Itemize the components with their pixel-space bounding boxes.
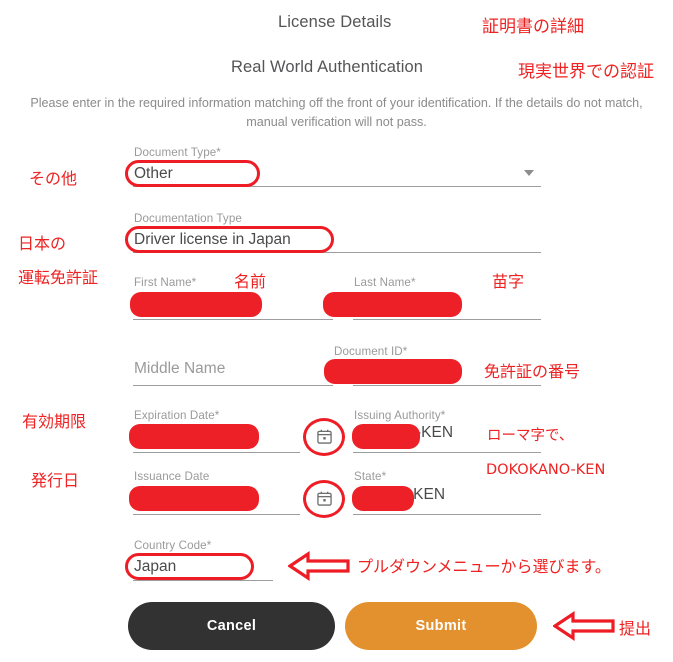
issuing-authority-value[interactable]: -KEN bbox=[416, 424, 453, 442]
document-id-underline bbox=[353, 385, 541, 386]
submit-annotation: 提出 bbox=[619, 619, 652, 638]
intro-text: Please enter in the required information… bbox=[30, 96, 643, 129]
issuance-date-annotation: 発行日 bbox=[31, 471, 80, 490]
first-name-input[interactable] bbox=[130, 292, 262, 317]
documentation-type-annotation-line2: 運転免許証 bbox=[18, 268, 99, 287]
middle-name-underline bbox=[133, 385, 333, 386]
expiration-date-label: Expiration Date* bbox=[134, 409, 220, 422]
document-id-annotation: 免許証の番号 bbox=[484, 362, 581, 381]
document-type-annotation: その他 bbox=[29, 169, 78, 188]
country-code-annotation: プルダウンメニューから選びます。 bbox=[357, 557, 611, 576]
expiration-date-annotation: 有効期限 bbox=[22, 412, 87, 431]
state-underline bbox=[353, 514, 541, 515]
country-code-highlight bbox=[125, 553, 254, 580]
documentation-type-annotation-line1: 日本の bbox=[18, 234, 67, 253]
state-label: State* bbox=[354, 470, 387, 483]
romaji-annotation-line2: DOKOKANO-KEN bbox=[486, 462, 606, 478]
chevron-down-icon[interactable] bbox=[524, 170, 534, 176]
arrow-left-icon bbox=[552, 611, 615, 646]
last-name-label: Last Name* bbox=[354, 276, 416, 289]
cancel-button[interactable]: Cancel bbox=[128, 602, 335, 650]
country-code-underline bbox=[133, 580, 273, 581]
issuance-calendar-highlight bbox=[303, 480, 345, 518]
document-type-label: Document Type* bbox=[134, 146, 221, 159]
document-type-highlight bbox=[125, 160, 260, 187]
issuance-date-input[interactable] bbox=[129, 486, 259, 511]
expiration-date-underline bbox=[133, 452, 300, 453]
last-name-input[interactable] bbox=[323, 292, 462, 317]
first-name-underline bbox=[133, 319, 333, 320]
page-title-annotation: 証明書の詳細 bbox=[482, 17, 584, 37]
romaji-annotation-line1: ローマ字で、 bbox=[487, 428, 574, 444]
first-name-annotation: 名前 bbox=[234, 272, 267, 291]
documentation-type-label: Documentation Type bbox=[134, 212, 242, 225]
issuance-date-underline bbox=[133, 514, 300, 515]
issuing-authority-label: Issuing Authority* bbox=[354, 409, 446, 422]
page-title: License Details bbox=[278, 13, 392, 31]
middle-name-input[interactable]: Middle Name bbox=[134, 360, 225, 378]
expiration-calendar-highlight bbox=[303, 418, 345, 456]
arrow-left-icon bbox=[287, 551, 350, 586]
country-code-label: Country Code* bbox=[134, 539, 212, 552]
expiration-date-input[interactable] bbox=[129, 424, 259, 449]
document-id-label: Document ID* bbox=[334, 345, 408, 358]
first-name-label: First Name* bbox=[134, 276, 197, 289]
documentation-type-highlight bbox=[125, 226, 334, 253]
issuing-authority-redaction bbox=[352, 424, 420, 449]
submit-button[interactable]: Submit bbox=[345, 602, 537, 650]
last-name-annotation: 苗字 bbox=[492, 272, 525, 291]
issuing-authority-underline bbox=[353, 452, 541, 453]
page-subtitle-annotation: 現実世界での認証 bbox=[518, 62, 654, 82]
page-subtitle: Real World Authentication bbox=[231, 58, 424, 76]
document-id-input[interactable] bbox=[324, 359, 462, 384]
state-redaction bbox=[352, 486, 414, 511]
issuance-date-label: Issuance Date bbox=[134, 470, 210, 483]
last-name-underline bbox=[353, 319, 541, 320]
